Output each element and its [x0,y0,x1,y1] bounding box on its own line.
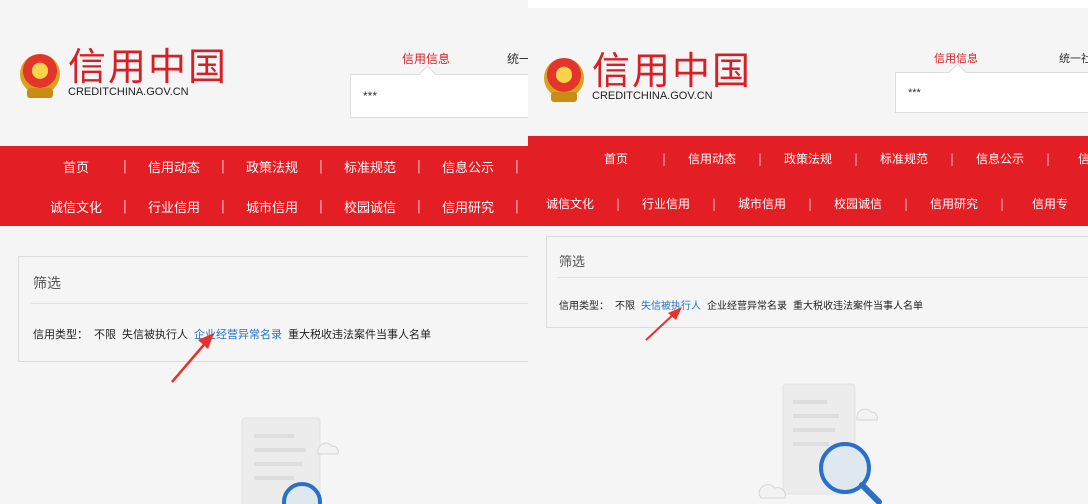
logo-title: 信用中国 [68,45,229,89]
nav-item[interactable]: 政策法规 [236,157,308,176]
nav-item[interactable]: 首页 [580,150,652,167]
annotation-arrow-icon [171,333,214,383]
logo-title: 信用中国 [592,49,753,93]
filter-title: 筛选 [559,255,586,270]
national-emblem-icon [20,53,60,98]
search-input[interactable]: *** [350,74,528,118]
main-nav: 首页 | 信用动态 | 政策法规 | 标准规范 | 信息公示 | 信用 诚信文化… [0,146,528,226]
nav-item[interactable]: 标准规范 [334,157,406,176]
nav-item[interactable]: 标准规范 [868,150,940,167]
filter-panel: 筛选 信用类型： 不限 失信被执行人 企业经营异常名录 重大税收违法案件当事人名单 [546,236,1088,328]
nav-item[interactable]: 行业信用 [138,197,210,216]
nav-item[interactable]: 信用研究 [432,197,504,216]
filter-option[interactable]: 不限 [94,328,116,341]
nav-item[interactable]: 信息公示 [964,150,1036,167]
filter-title: 筛选 [33,276,61,292]
empty-result-document-icon [758,383,882,504]
screen-left: 信用中国 CREDITCHINA.GOV.CN 信用信息 统一社 *** .pa… [0,0,528,504]
filter-panel: 筛选 信用类型： 不限 失信被执行人 企业经营异常名录 重大税收违法案件当事人名单 [18,256,528,362]
nav-item[interactable]: 信息公示 [432,157,504,176]
tab-unified-code[interactable]: 统一社会 [1059,50,1088,66]
filter-label: 信用类型： [33,328,88,341]
filter-option[interactable]: 不限 [615,301,635,312]
nav-row-2: 诚信文化 | 行业信用 | 城市信用 | 校园诚信 | 信用研究 | 信用 [0,186,528,226]
nav-item[interactable]: 信用服 [1060,150,1088,167]
tab-unified-code[interactable]: 统一社 [507,50,528,67]
credit-type-filter: 信用类型： 不限 失信被执行人 企业经营异常名录 重大税收违法案件当事人名单 [559,297,929,312]
filter-label: 信用类型： [559,301,609,312]
nav-item[interactable]: 校园诚信 [334,197,406,216]
nav-item[interactable]: 信用动态 [138,157,210,176]
credit-type-filter: 信用类型： 不限 失信被执行人 企业经营异常名录 重大税收违法案件当事人名单 [33,326,437,342]
site-logo[interactable]: 信用中国 CREDITCHINA.GOV.CN [20,48,228,99]
tab-credit-info[interactable]: 信用信息 [402,50,450,67]
nav-item[interactable]: 城市信用 [726,195,798,212]
nav-item[interactable]: 首页 [40,157,112,176]
nav-item[interactable]: 信用动态 [676,150,748,167]
magnifier-icon [282,482,322,504]
filter-option[interactable]: 重大税收违法案件当事人名单 [793,301,923,312]
nav-item[interactable]: 信用专 [1014,195,1086,212]
nav-row-1: 首页 | 信用动态 | 政策法规 | 标准规范 | 信息公示 | 信用服 [528,136,1088,181]
nav-item[interactable]: 城市信用 [236,197,308,216]
annotation-arrow-icon [645,307,682,341]
filter-option[interactable]: 企业经营异常名录 [707,301,787,312]
nav-row-1: 首页 | 信用动态 | 政策法规 | 标准规范 | 信息公示 | 信用 [0,146,528,186]
nav-item[interactable]: 政策法规 [772,150,844,167]
empty-result-document-icon [241,417,339,504]
filter-option[interactable]: 重大税收违法案件当事人名单 [288,328,431,341]
search-input[interactable]: *** [895,72,1088,113]
nav-item[interactable]: 信用研究 [918,195,990,212]
site-logo[interactable]: 信用中国 CREDITCHINA.GOV.CN [544,52,752,103]
screen-right: 信用中国 CREDITCHINA.GOV.CN 信用信息 统一社会 *** .p… [528,8,1088,504]
filter-divider [31,303,528,304]
nav-row-2: 诚信文化 | 行业信用 | 城市信用 | 校园诚信 | 信用研究 | 信用专 [528,181,1088,226]
national-emblem-icon [544,57,584,102]
nav-item[interactable]: 诚信文化 [534,195,606,212]
nav-item[interactable]: 校园诚信 [822,195,894,212]
filter-divider [557,277,1088,278]
main-nav: 首页 | 信用动态 | 政策法规 | 标准规范 | 信息公示 | 信用服 诚信文… [528,136,1088,226]
side-by-side-screenshot: 信用中国 CREDITCHINA.GOV.CN 信用信息 统一社 *** .pa… [0,0,1088,504]
nav-item[interactable]: 行业信用 [630,195,702,212]
nav-item[interactable]: 诚信文化 [40,197,112,216]
